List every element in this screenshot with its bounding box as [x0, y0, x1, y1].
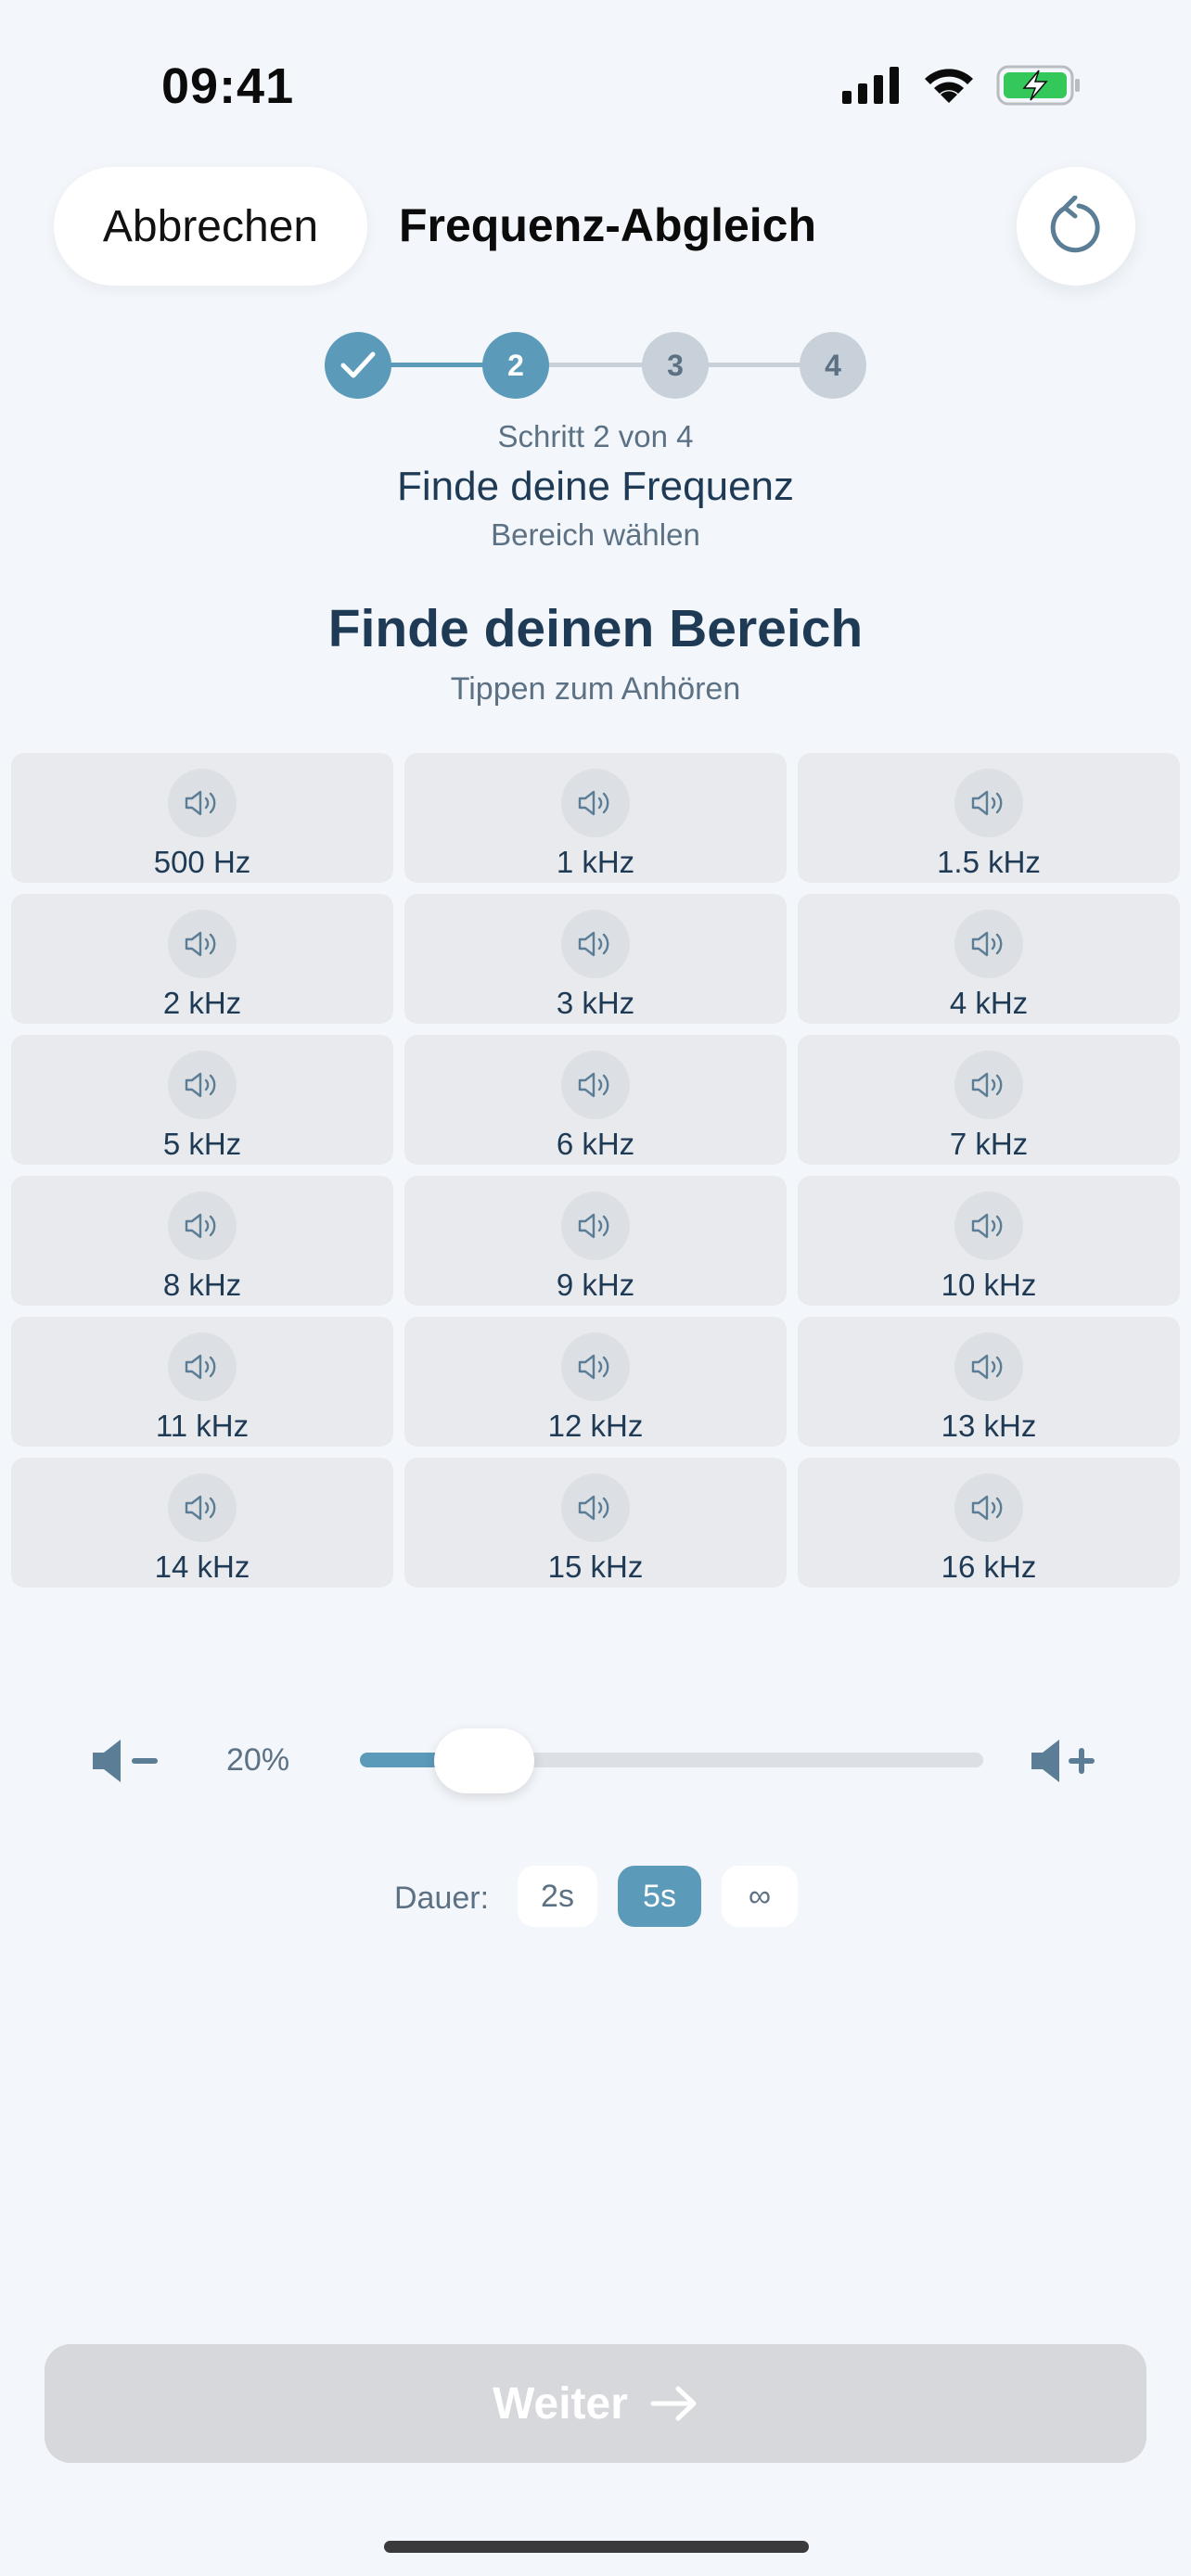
step-count: Schritt 2 von 4 — [497, 419, 694, 453]
volume-down-button[interactable] — [91, 1738, 161, 1789]
frequency-label: 12 kHz — [547, 1409, 644, 1443]
frequency-tile[interactable]: 3 kHz — [404, 894, 787, 1024]
frequency-label: 13 kHz — [941, 1409, 1037, 1443]
frequency-label: 4 kHz — [949, 986, 1029, 1020]
speaker-icon — [561, 1333, 630, 1401]
volume-up-icon — [1031, 1740, 1095, 1782]
frequency-tile[interactable]: 2 kHz — [11, 894, 393, 1024]
frequency-tile[interactable]: 8 kHz — [11, 1176, 393, 1306]
speaker-icon — [168, 1192, 237, 1260]
duration-label: Dauer: — [394, 1881, 490, 1916]
speaker-icon — [954, 1192, 1023, 1260]
speaker-icon — [168, 1473, 237, 1542]
step-title: Finde deine Frequenz — [396, 464, 795, 509]
frequency-tile[interactable]: 16 kHz — [798, 1458, 1180, 1588]
frequency-tile[interactable]: 11 kHz — [11, 1317, 393, 1447]
frequency-label: 9 kHz — [556, 1268, 635, 1302]
frequency-label: 5 kHz — [162, 1127, 242, 1161]
cancel-button[interactable]: Abbrechen — [54, 167, 367, 286]
battery-charging-icon — [996, 65, 1080, 106]
step-1-done — [325, 332, 391, 399]
status-time: 09:41 — [161, 58, 295, 114]
frequency-label: 8 kHz — [162, 1268, 242, 1302]
frequency-tile[interactable]: 9 kHz — [404, 1176, 787, 1306]
speaker-icon — [168, 910, 237, 978]
next-button-label: Weiter — [493, 2378, 628, 2429]
speaker-icon — [168, 1051, 237, 1119]
speaker-icon — [954, 1051, 1023, 1119]
step-2-active: 2 — [482, 332, 549, 399]
frequency-label: 15 kHz — [547, 1549, 644, 1584]
speaker-icon — [561, 1192, 630, 1260]
speaker-icon — [561, 910, 630, 978]
reset-icon — [1050, 196, 1100, 253]
frequency-label: 500 Hz — [153, 845, 251, 879]
frequency-label: 11 kHz — [155, 1409, 250, 1443]
frequency-grid: 500 Hz 1 kHz 1.5 kHz 2 kHz 3 kHz 4 kHz 5 kHz 6 … — [11, 753, 1180, 1588]
frequency-label: 1.5 kHz — [937, 845, 1041, 879]
speaker-icon — [954, 910, 1023, 978]
duration-option-2s[interactable]: 2s — [518, 1866, 597, 1927]
volume-down-icon — [93, 1740, 158, 1782]
arrow-right-icon — [650, 2386, 697, 2421]
next-button[interactable]: Weiter — [45, 2344, 1146, 2463]
frequency-label: 3 kHz — [556, 986, 635, 1020]
speaker-icon — [561, 769, 630, 837]
status-icons — [842, 65, 1082, 106]
speaker-icon — [561, 1051, 630, 1119]
step-3: 3 — [642, 332, 709, 399]
speaker-icon — [561, 1473, 630, 1542]
volume-slider-thumb[interactable] — [434, 1728, 535, 1793]
frequency-tile[interactable]: 5 kHz — [11, 1035, 393, 1165]
speaker-icon — [954, 769, 1023, 837]
section-title: Finde deinen Bereich — [327, 599, 864, 658]
frequency-tile[interactable]: 7 kHz — [798, 1035, 1180, 1165]
cellular-signal-icon — [842, 67, 899, 104]
frequency-tile[interactable]: 10 kHz — [798, 1176, 1180, 1306]
wifi-icon — [925, 69, 973, 103]
frequency-tile[interactable]: 6 kHz — [404, 1035, 787, 1165]
frequency-label: 2 kHz — [162, 986, 242, 1020]
frequency-label: 6 kHz — [556, 1127, 635, 1161]
frequency-label: 1 kHz — [556, 845, 635, 879]
speaker-icon — [168, 769, 237, 837]
page-title: Frequenz-Abgleich — [399, 199, 817, 251]
frequency-tile[interactable]: 13 kHz — [798, 1317, 1180, 1447]
frequency-tile[interactable]: 1 kHz — [404, 753, 787, 883]
step-4: 4 — [800, 332, 866, 399]
section-subtitle: Tippen zum Anhören — [450, 671, 741, 707]
frequency-tile[interactable]: 14 kHz — [11, 1458, 393, 1588]
home-indicator — [384, 2541, 809, 2553]
frequency-label: 10 kHz — [941, 1268, 1037, 1302]
frequency-tile[interactable]: 15 kHz — [404, 1458, 787, 1588]
speaker-icon — [954, 1333, 1023, 1401]
frequency-tile[interactable]: 12 kHz — [404, 1317, 787, 1447]
checkmark-icon — [340, 351, 376, 378]
frequency-label: 7 kHz — [949, 1127, 1029, 1161]
speaker-icon — [168, 1333, 237, 1401]
frequency-tile[interactable]: 1.5 kHz — [798, 753, 1180, 883]
volume-up-button[interactable] — [1030, 1738, 1100, 1789]
step-subtitle: Bereich wählen — [491, 517, 700, 552]
volume-percentage: 20% — [226, 1742, 290, 1778]
frequency-label: 14 kHz — [154, 1549, 250, 1584]
reset-button[interactable] — [1017, 167, 1135, 286]
frequency-tile[interactable]: 500 Hz — [11, 753, 393, 883]
speaker-icon — [954, 1473, 1023, 1542]
duration-option-infinite[interactable]: ∞ — [722, 1866, 798, 1927]
duration-option-5s[interactable]: 5s — [618, 1866, 701, 1927]
frequency-label: 16 kHz — [941, 1549, 1037, 1584]
frequency-tile[interactable]: 4 kHz — [798, 894, 1180, 1024]
